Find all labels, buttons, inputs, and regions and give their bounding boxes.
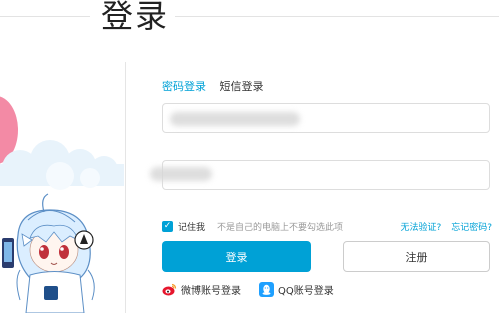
- remember-label[interactable]: 记住我: [178, 220, 205, 233]
- password-blurred-value: [150, 167, 212, 181]
- help-links: 无法验证? 忘记密码?: [400, 220, 492, 233]
- remember-row: ✓ 记住我 不是自己的电脑上不要勾选此项 无法验证? 忘记密码?: [162, 220, 492, 233]
- remember-hint: 不是自己的电脑上不要勾选此项: [217, 223, 344, 233]
- page-title: 登录: [95, 0, 176, 36]
- tab-sms-login[interactable]: 短信登录: [220, 78, 264, 94]
- remember-checkbox[interactable]: ✓: [162, 221, 173, 232]
- title-rule-right: [175, 16, 499, 17]
- vertical-divider: [125, 62, 126, 313]
- username-blurred-value: [170, 112, 300, 126]
- qq-login[interactable]: QQ账号登录: [259, 282, 334, 297]
- weibo-login-label: 微博账号登录: [181, 286, 241, 297]
- qq-icon: [259, 282, 274, 297]
- forgot-password-link[interactable]: 忘记密码?: [451, 220, 492, 233]
- register-button[interactable]: 注册: [343, 241, 490, 272]
- login-tabs: 密码登录 短信登录: [162, 78, 274, 94]
- qq-login-label: QQ账号登录: [278, 286, 334, 297]
- weibo-icon: [162, 282, 177, 297]
- weibo-login[interactable]: 微博账号登录: [162, 282, 241, 297]
- mascot-illustration: [0, 60, 124, 313]
- login-button[interactable]: 登录: [162, 241, 311, 272]
- title-rule-left: [0, 16, 90, 17]
- tab-password-login[interactable]: 密码登录: [162, 78, 206, 94]
- cannot-verify-link[interactable]: 无法验证?: [400, 220, 441, 233]
